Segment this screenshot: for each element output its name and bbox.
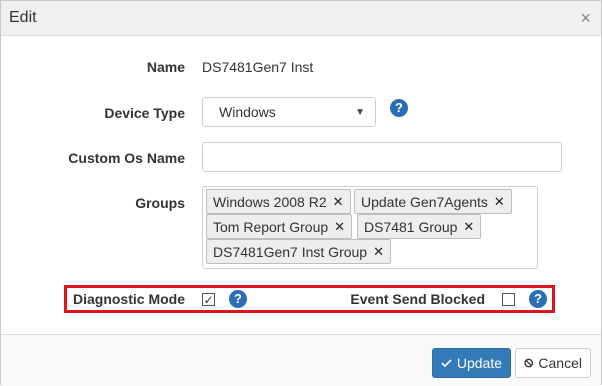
- group-tag: DS7481Gen7 Inst Group ✕: [206, 239, 392, 264]
- name-value: DS7481Gen7 Inst: [202, 59, 314, 75]
- edit-dialog: Edit × Name DS7481Gen7 Inst Device Type …: [0, 0, 602, 386]
- group-tag-label: Update Gen7Agents: [361, 193, 488, 210]
- chevron-down-icon: ▼: [355, 106, 365, 118]
- device-type-select[interactable]: Windows ▼: [202, 97, 376, 127]
- group-tag: Update Gen7Agents ✕: [354, 189, 512, 214]
- tag-remove-icon[interactable]: ✕: [463, 219, 474, 235]
- event-send-blocked-label: Event Send Blocked: [350, 291, 485, 307]
- tag-remove-icon[interactable]: ✕: [334, 219, 345, 235]
- ban-icon: [524, 358, 534, 368]
- dialog-footer: Update Cancel: [1, 334, 601, 386]
- device-type-value: Windows: [219, 104, 276, 120]
- diagnostic-mode-help-icon[interactable]: ?: [229, 290, 247, 308]
- tag-remove-icon[interactable]: ✕: [333, 194, 344, 210]
- device-type-help-icon[interactable]: ?: [390, 99, 408, 117]
- cancel-button[interactable]: Cancel: [515, 348, 591, 378]
- event-send-blocked-checkbox[interactable]: [502, 293, 515, 306]
- groups-tag-input[interactable]: Windows 2008 R2 ✕ Update Gen7Agents ✕ To…: [202, 186, 538, 269]
- group-tag: Tom Report Group ✕: [206, 214, 353, 239]
- diagnostic-mode-checkbox[interactable]: ✓: [202, 292, 215, 307]
- close-icon[interactable]: ×: [580, 9, 591, 27]
- group-tag-label: DS7481 Group: [364, 218, 458, 235]
- check-icon: ✓: [203, 292, 214, 307]
- custom-os-input[interactable]: [202, 142, 562, 172]
- dialog-title: Edit: [9, 9, 37, 26]
- device-type-label: Device Type: [104, 105, 185, 121]
- update-button-label: Update: [456, 355, 502, 371]
- cancel-button-label: Cancel: [538, 355, 582, 371]
- group-tag-label: Windows 2008 R2: [213, 193, 327, 210]
- tag-remove-icon[interactable]: ✕: [373, 244, 384, 260]
- groups-label: Groups: [135, 195, 185, 211]
- group-tag-label: DS7481Gen7 Inst Group: [213, 243, 368, 260]
- group-tag: DS7481 Group ✕: [357, 214, 482, 239]
- check-icon: [441, 359, 452, 368]
- tag-remove-icon[interactable]: ✕: [494, 194, 505, 210]
- group-tag: Windows 2008 R2 ✕: [206, 189, 351, 214]
- update-button[interactable]: Update: [432, 348, 511, 378]
- diagnostic-mode-label: Diagnostic Mode: [72, 291, 185, 307]
- name-label: Name: [146, 59, 185, 75]
- dialog-header: Edit ×: [1, 1, 601, 36]
- group-tag-label: Tom Report Group: [213, 218, 329, 235]
- event-send-blocked-help-icon[interactable]: ?: [529, 290, 547, 308]
- custom-os-label: Custom Os Name: [68, 150, 185, 166]
